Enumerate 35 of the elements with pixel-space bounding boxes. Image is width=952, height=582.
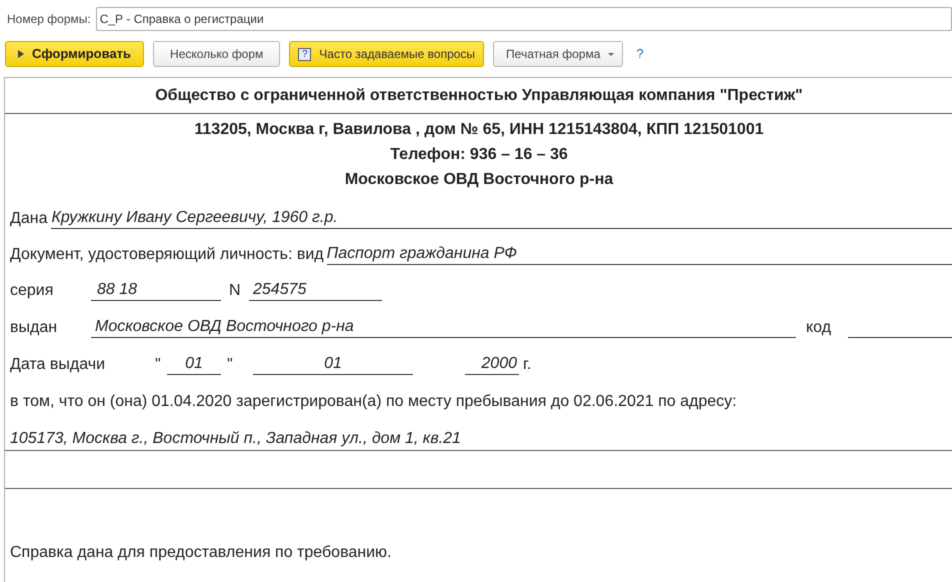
number-value: 254575 [249,280,382,301]
statement-text: в том, что он (она) 01.04.2020 зарегистрирован(а) по месту пребывания до 02.06.2021 по адресу: [10,392,737,412]
header-line: Телефон: 936 – 16 – 36 [390,145,568,165]
header-line: Московское ОВД Восточного р-на [344,170,614,190]
generate-button[interactable]: Сформировать [5,41,144,67]
organization-title: Общество с ограниченной ответственностью Управляющая компания "Престиж" [5,78,952,114]
document-type-value: Паспорт гражданина РФ [326,244,952,265]
issue-date-label: Дата выдачи [10,355,106,375]
caret-icon [608,52,614,56]
help-link[interactable]: ? [632,44,648,64]
year-suffix: г. [522,355,532,375]
quote-mark: " [155,355,162,375]
code-label: код [805,318,832,338]
form-number-label: Номер формы: [7,11,91,28]
month-value: 01 [253,354,413,375]
series-value: 88 18 [91,280,221,301]
day-value: 01 [167,354,221,375]
year-value: 2000 [465,354,519,375]
series-label: серия [10,281,54,301]
help-icon: ? [298,48,312,60]
form-number-field[interactable]: С_Р - Справка о регистрации [96,7,952,31]
multiple-forms-button[interactable]: Несколько форм [153,41,280,67]
issued-by-label: выдан [10,318,58,338]
address-value: 105173, Москва г., Восточный п., Западная ул., дом 1, кв.21 [10,429,461,449]
recipient-value: Кружкину Ивану Сергеевичу, 1960 г.р. [51,208,952,229]
print-form-dropdown[interactable]: Печатная форма [493,41,624,67]
issued-to-label: Дана [10,209,48,229]
play-icon [18,50,24,58]
issued-by-value: Московское ОВД Восточного р-на [91,317,796,338]
footer-text: Справка дана для предоставления по требованию. [10,543,392,563]
quote-mark: " [226,355,234,375]
number-label: N [228,281,242,301]
header-line: 113205, Москва г, Вавилова , дом № 65, ИНН 1215143804, КПП 121501001 [194,120,764,140]
faq-button[interactable]: ? Часто задаваемые вопросы [289,41,484,67]
id-document-label: Документ, удостоверяющий личность: вид [10,245,324,265]
